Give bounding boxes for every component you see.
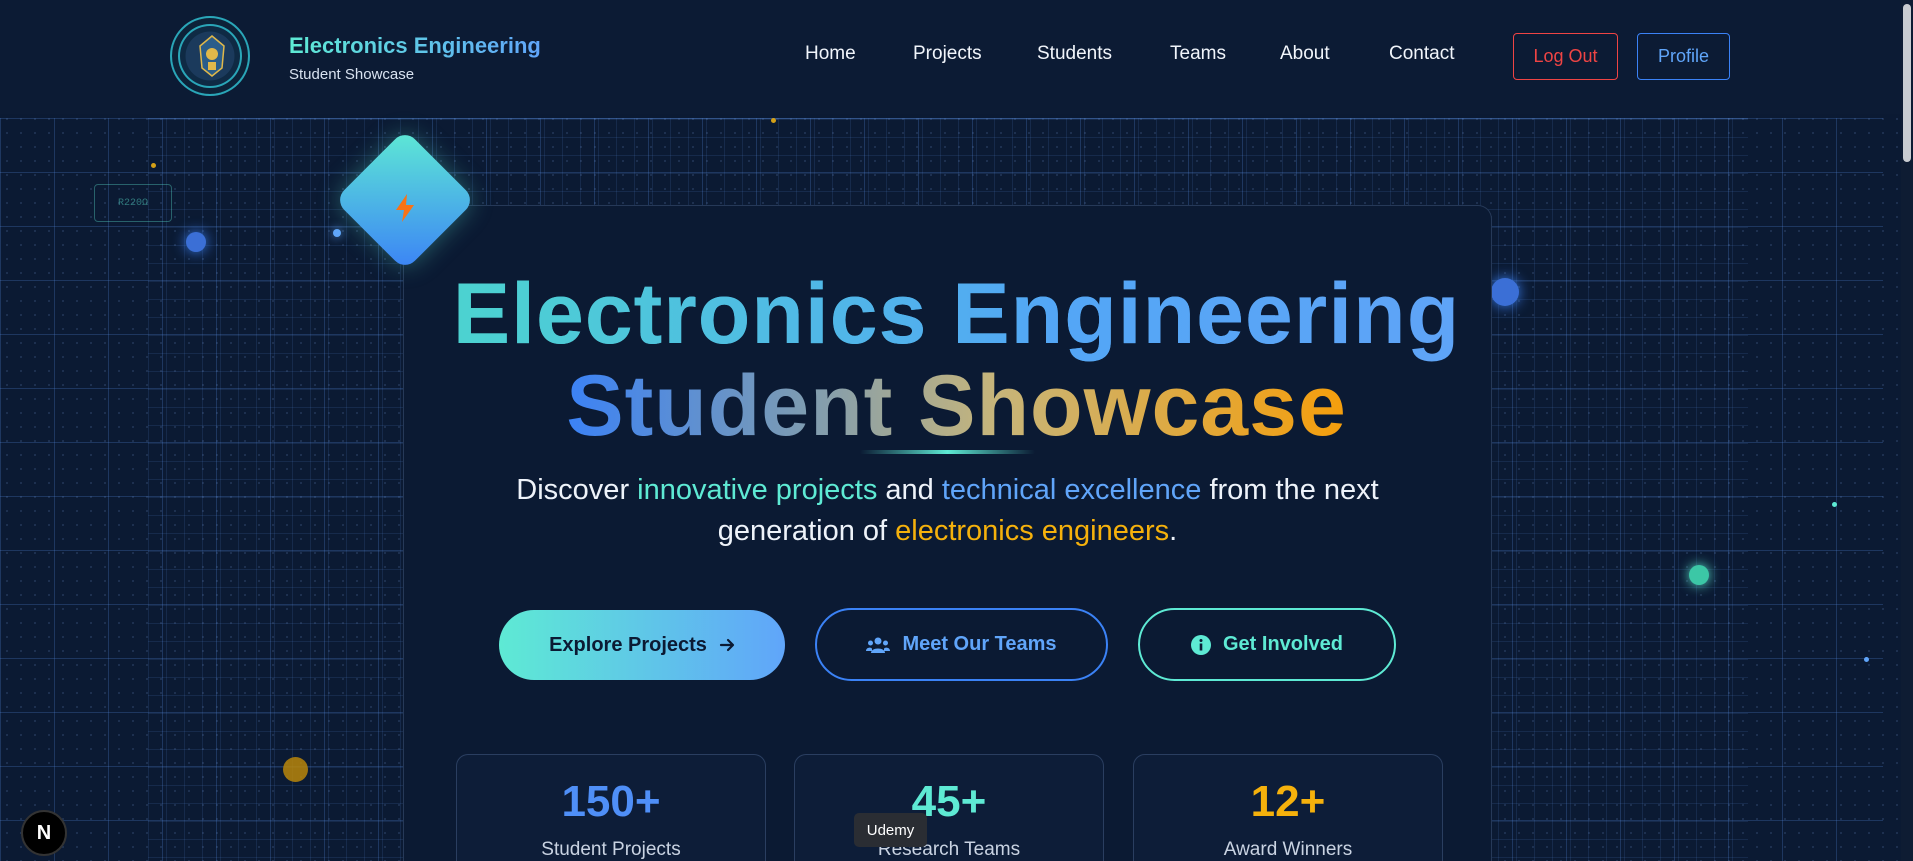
- lightning-icon: [396, 194, 414, 222]
- nav-teams[interactable]: Teams: [1170, 43, 1226, 65]
- profile-button[interactable]: Profile: [1637, 33, 1730, 80]
- scrollbar[interactable]: [1901, 0, 1913, 861]
- arrow-right-icon: [719, 638, 735, 652]
- brand-title[interactable]: Electronics Engineering: [289, 33, 541, 59]
- glow-orb: [1864, 657, 1869, 662]
- highlight-electronics-engineers: electronics engineers: [895, 515, 1170, 547]
- explore-projects-button[interactable]: Explore Projects: [499, 610, 785, 680]
- stat-label: Research Teams: [877, 839, 1021, 860]
- college-logo[interactable]: [170, 16, 250, 96]
- brand-subtitle: Student Showcase: [289, 66, 415, 83]
- dev-tools-badge[interactable]: N: [21, 810, 67, 856]
- stat-value: 45+: [911, 777, 987, 826]
- meet-our-teams-label: Meet Our Teams: [902, 633, 1057, 655]
- highlight-technical-excellence: technical excellence: [941, 474, 1202, 506]
- stat-value: 12+: [1250, 777, 1326, 826]
- users-icon: [866, 637, 891, 653]
- stat-card-student-projects: 150+ Student Projects: [456, 754, 766, 861]
- nav-projects[interactable]: Projects: [913, 43, 982, 65]
- site-header: Electronics Engineering Student Showcase…: [0, 0, 1913, 114]
- logout-button[interactable]: Log Out: [1513, 33, 1618, 80]
- scrollbar-thumb[interactable]: [1903, 4, 1911, 162]
- stat-value: 150+: [561, 777, 661, 826]
- nav-contact[interactable]: Contact: [1389, 43, 1454, 65]
- glow-orb: [1689, 565, 1709, 585]
- nav-home[interactable]: Home: [805, 43, 856, 65]
- glow-orb: [1832, 502, 1837, 507]
- hero-title-line1: Electronics Engineering: [0, 265, 1913, 364]
- stat-card-research-teams: 45+ Research Teams: [794, 754, 1104, 861]
- stat-label: Award Winners: [1223, 839, 1353, 860]
- nav-students[interactable]: Students: [1037, 43, 1112, 65]
- stat-label: Student Projects: [541, 839, 681, 860]
- resistor-chip-decoration: R220Ω: [94, 184, 172, 222]
- hero-title-line2: Student Showcase: [566, 358, 1347, 454]
- stat-card-award-winners: 12+ Award Winners: [1133, 754, 1443, 861]
- hero-subtitle: Discover innovative projects and technic…: [516, 474, 1379, 547]
- glow-orb: [186, 232, 206, 252]
- highlight-innovative-projects: innovative projects: [637, 474, 878, 506]
- crest-icon: [199, 35, 225, 77]
- info-icon: [1190, 634, 1211, 655]
- meet-our-teams-button[interactable]: Meet Our Teams: [815, 608, 1108, 681]
- get-involved-label: Get Involved: [1222, 633, 1344, 655]
- glow-orb: [151, 163, 156, 168]
- glow-orb: [771, 118, 776, 123]
- title-underline: [860, 450, 1035, 454]
- glow-orb: [333, 229, 341, 237]
- nav-about[interactable]: About: [1280, 43, 1330, 65]
- tooltip: Udemy: [854, 813, 927, 847]
- explore-projects-label: Explore Projects: [549, 633, 707, 656]
- glow-orb: [283, 757, 308, 782]
- get-involved-button[interactable]: Get Involved: [1138, 608, 1396, 681]
